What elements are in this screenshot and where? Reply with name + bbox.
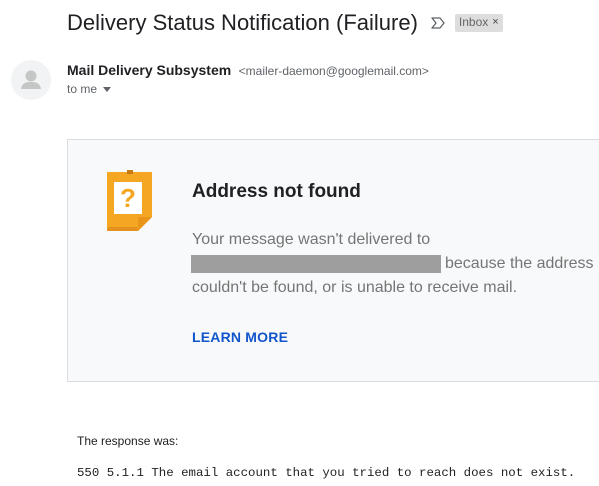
person-icon	[21, 70, 41, 89]
remove-label-icon[interactable]: ×	[492, 15, 498, 30]
inbox-label-chip[interactable]: Inbox ×	[454, 14, 503, 32]
notice-message-line-3: couldn't be found, or is unable to recei…	[192, 279, 518, 296]
recipient-label: to me	[67, 82, 98, 96]
notice-message-line-2: because the address	[445, 255, 594, 272]
email-header: Delivery Status Notification (Failure) I…	[67, 10, 503, 36]
learn-more-link[interactable]: LEARN MORE	[192, 329, 288, 345]
email-subject: Delivery Status Notification (Failure)	[67, 10, 418, 35]
importance-marker-icon[interactable]	[430, 15, 446, 31]
sender-email: <mailer-daemon@googlemail.com>	[238, 64, 429, 78]
question-note-icon: ?	[107, 170, 152, 231]
response-code: 550 5.1.1 The email account that you tri…	[77, 466, 576, 480]
sender-line: Mail Delivery Subsystem <mailer-daemon@g…	[67, 62, 429, 80]
notice-card: ? Address not found Your message wasn't …	[67, 139, 599, 382]
inbox-label-text: Inbox	[458, 15, 489, 29]
svg-text:?: ?	[120, 183, 136, 213]
notice-title: Address not found	[192, 181, 361, 202]
notice-message-line-1: Your message wasn't delivered to	[192, 231, 431, 248]
chevron-down-icon[interactable]	[103, 86, 112, 92]
recipient-details-toggle[interactable]: to me	[67, 82, 112, 96]
redacted-address	[191, 255, 441, 273]
sender-avatar	[11, 60, 51, 100]
response-label: The response was:	[77, 434, 179, 448]
sender-name[interactable]: Mail Delivery Subsystem	[67, 62, 231, 78]
